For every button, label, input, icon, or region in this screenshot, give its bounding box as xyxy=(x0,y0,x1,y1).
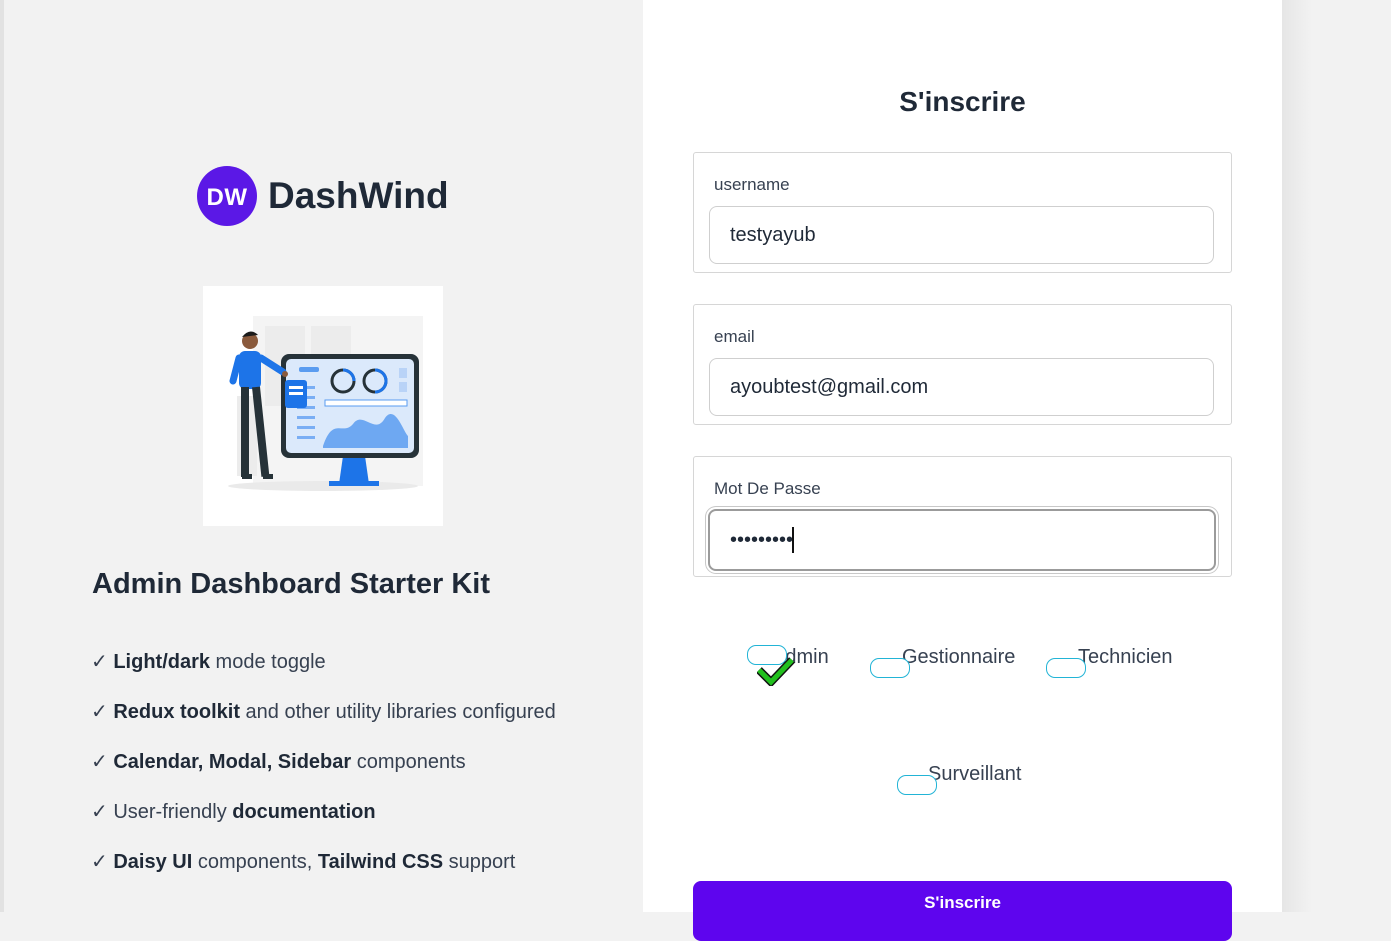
role-gestionnaire-label: Gestionnaire xyxy=(902,646,1016,668)
feature-text: components xyxy=(351,751,466,773)
panel-shadow xyxy=(1282,0,1312,912)
username-label: username xyxy=(714,175,790,194)
check-icon: ✓ xyxy=(91,651,108,673)
role-technicien-label: Technicien xyxy=(1078,646,1173,668)
feature-bold: Tailwind CSS xyxy=(317,851,444,873)
brand-name: DashWind xyxy=(268,175,449,216)
feature-item: ✓ Daisy UI components, Tailwind CSS supp… xyxy=(91,847,556,897)
feature-item: ✓ User-friendly documentation xyxy=(91,797,556,847)
password-card: Mot De Passe xyxy=(693,456,1232,577)
check-icon: ✓ xyxy=(91,701,108,723)
role-surveillant[interactable]: Surveillant xyxy=(928,763,1021,786)
email-label: email xyxy=(714,327,755,346)
dashboard-illustration-icon xyxy=(203,286,443,526)
role-gestionnaire[interactable]: Gestionnaire xyxy=(902,646,1015,669)
submit-button-label: S'inscrire xyxy=(924,893,1001,912)
feature-bold: documentation xyxy=(232,801,376,823)
feature-text: User-friendly xyxy=(113,801,233,823)
brand: DW DashWind xyxy=(197,166,449,226)
check-icon: ✓ xyxy=(91,851,108,873)
brand-logo: DW xyxy=(197,166,257,226)
role-technicien[interactable]: Technicien xyxy=(1078,646,1173,669)
feature-bold: Redux toolkit xyxy=(113,701,240,723)
feature-text: components, xyxy=(192,851,318,873)
role-gestionnaire-checkbox[interactable] xyxy=(870,658,910,678)
password-input[interactable] xyxy=(708,509,1216,571)
role-surveillant-checkbox[interactable] xyxy=(897,775,937,795)
feature-bold: Calendar, Modal, Sidebar xyxy=(113,751,352,773)
username-input[interactable] xyxy=(709,206,1214,264)
dashboard-illustration-svg xyxy=(228,316,423,491)
email-card: email xyxy=(693,304,1232,425)
check-icon xyxy=(757,657,795,686)
feature-item: ✓ Redux toolkit and other utility librar… xyxy=(91,697,556,747)
feature-item: ✓ Calendar, Modal, Sidebar components xyxy=(91,747,556,797)
role-surveillant-label: Surveillant xyxy=(928,763,1022,785)
feature-bold: Daisy UI xyxy=(113,851,193,873)
text-caret xyxy=(792,527,794,553)
feature-text: and other utility libraries configured xyxy=(240,701,556,723)
check-icon: ✓ xyxy=(91,801,108,823)
feature-text: mode toggle xyxy=(210,651,326,673)
role-technicien-checkbox[interactable] xyxy=(1046,658,1086,678)
feature-list: ✓ Light/dark mode toggle ✓ Redux toolkit… xyxy=(91,647,556,897)
submit-button[interactable]: S'inscrire xyxy=(693,881,1232,941)
feature-text: support xyxy=(443,851,516,873)
username-card: username xyxy=(693,152,1232,273)
hero-title: Admin Dashboard Starter Kit xyxy=(92,568,490,600)
feature-bold: Light/dark xyxy=(113,651,210,673)
check-icon: ✓ xyxy=(91,751,108,773)
feature-item: ✓ Light/dark mode toggle xyxy=(91,647,556,697)
email-input[interactable] xyxy=(709,358,1214,416)
form-title: S'inscrire xyxy=(899,86,1026,117)
password-label: Mot De Passe xyxy=(714,479,821,498)
